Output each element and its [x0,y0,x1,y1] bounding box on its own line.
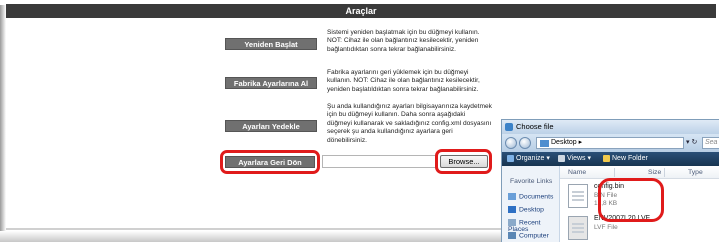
column-type[interactable]: Type [688,166,703,179]
dialog-titlebar: Choose file [502,120,719,134]
desc-line: düğmeyi kullanarak ve sakladığınız confi… [327,119,492,127]
dialog-title: Choose file [516,122,554,131]
file-icon [568,216,588,240]
config-file-input[interactable] [322,155,438,168]
backup-settings-button[interactable]: Ayarları Yedekle [225,120,317,132]
organize-label: Organize ▾ [516,155,550,162]
desc-line: bağlantıdıktan sonra tekrar bağlanabilir… [327,45,457,53]
section-title: Araçlar [6,4,716,18]
desc-line: kullanın. NOT: Cihaz ile olan bağlantını… [327,77,480,85]
forward-icon[interactable] [519,137,531,149]
column-name[interactable]: Name [568,166,586,179]
desc-line: seçerek şu anda kullandığınız ayarlara g… [327,128,453,136]
restore-settings-button[interactable]: Ayarlara Geri Dön [225,156,315,168]
factory-reset-description: Fabrika ayarlarını geri yüklemek için bu… [327,69,480,94]
desc-line: dönebilirsiniz. [327,136,367,144]
organize-icon [507,154,514,162]
file-icon [568,184,588,208]
views-label: Views ▾ [567,155,592,162]
documents-icon [508,193,516,200]
desc-line: Sistemi yeniden başlatmak için bu düğmey… [327,29,480,36]
address-chevron-icon: ▸ [578,139,583,146]
restart-description: Sistemi yeniden başlatmak için bu düğmey… [327,29,479,54]
sidebar-item-computer[interactable]: Computer [508,232,549,239]
views-menu[interactable]: Views ▾ [558,152,591,166]
address-path: Desktop [551,139,577,146]
new-folder-icon [603,154,610,162]
views-icon [558,154,565,162]
factory-reset-button[interactable]: Fabrika Ayarlarına Al [225,77,317,89]
page-shadow-left [0,0,6,242]
column-divider [614,168,615,177]
favorite-links-pane: Favorite Links Documents Desktop Recent … [502,166,560,242]
sidebar-item-desktop[interactable]: Desktop [508,206,544,213]
desc-line: Şu anda kullandığınız ayarları bilgisaya… [327,103,492,110]
sidebar-item-label: Computer [519,232,549,240]
router-tools-page: Araçlar Yeniden Başlat Sistemi yeniden b… [0,0,719,242]
dialog-toolbar: Organize ▾ Views ▾ New Folder [502,152,719,166]
desc-line: için bu düğmeyi kullanın. Daha sonra aşa… [327,111,466,119]
footer-divider [6,228,506,230]
desc-line: Fabrika ayarlarını geri yüklemek için bu… [327,69,469,76]
config-file-highlight-ring [598,178,664,222]
search-input[interactable]: Sea [702,137,719,149]
column-divider [664,168,665,177]
refresh-icon[interactable]: ▾ ↻ [686,137,700,149]
desktop-icon [508,206,516,213]
sidebar-item-documents[interactable]: Documents [508,193,553,200]
browse-button[interactable]: Browse... [440,155,488,168]
computer-icon [508,232,516,239]
address-bar: Desktop ▸ ▾ ↻ Sea [502,134,719,152]
back-icon[interactable] [505,137,517,149]
sidebar-item-label: Documents [519,193,554,201]
desc-line: NOT: Cihaz ile olan bağlantınız kesilece… [327,37,479,45]
folder-icon [540,140,549,147]
browser-icon [505,123,513,131]
file-type: LVF File [594,224,618,231]
address-box[interactable]: Desktop ▸ [536,137,684,149]
backup-description: Şu anda kullandığınız ayarları bilgisaya… [327,103,492,145]
sidebar-item-label: Desktop [519,206,544,214]
recent-places-icon [508,219,516,226]
restart-button[interactable]: Yeniden Başlat [225,38,317,50]
organize-menu[interactable]: Organize ▾ [507,152,550,166]
new-folder-button[interactable]: New Folder [603,152,648,166]
desc-line: yeniden başlatıldıktan sonra tekrar bağl… [327,85,479,93]
favorite-links-title: Favorite Links [510,178,553,185]
new-folder-label: New Folder [612,155,648,162]
